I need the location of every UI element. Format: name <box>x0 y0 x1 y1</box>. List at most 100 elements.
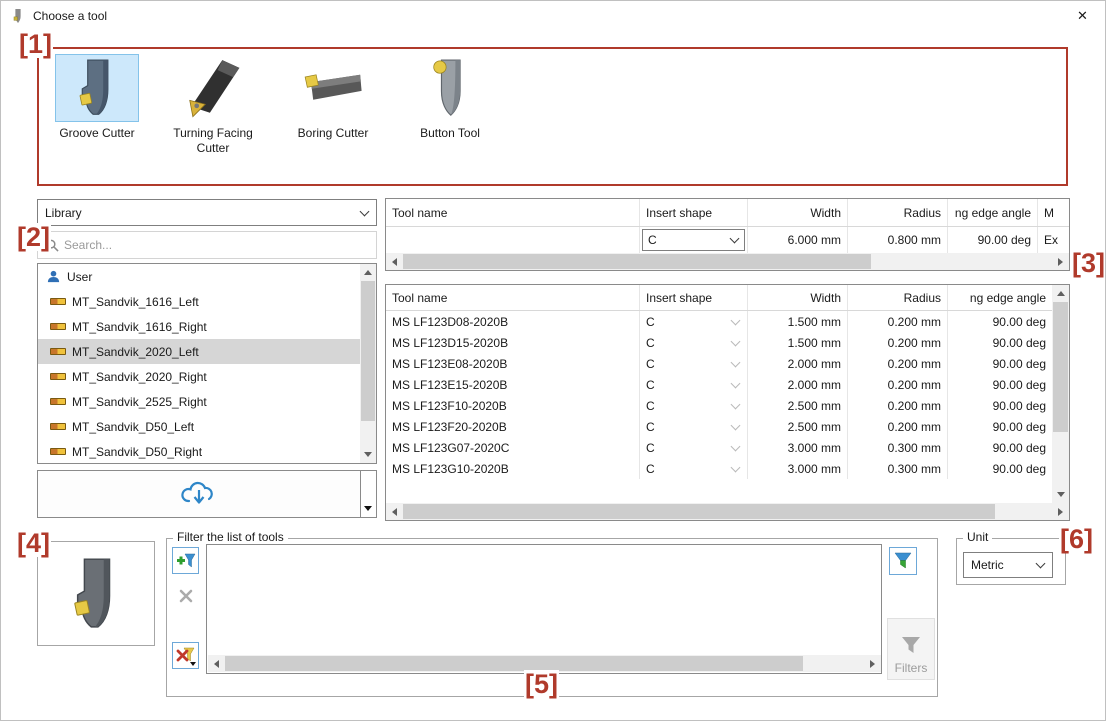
download-options-dropdown[interactable] <box>361 470 377 518</box>
header-insert-shape[interactable]: Insert shape <box>640 285 748 310</box>
cell-tool-name: MS LF123D15-2020B <box>386 332 640 353</box>
tree-item[interactable]: MT_Sandvik_D50_Left <box>38 414 361 439</box>
tree-item-selected[interactable]: MT_Sandvik_2020_Left <box>38 339 361 364</box>
tool-holder-icon <box>50 448 66 455</box>
table-row[interactable]: MS LF123E15-2020B C 2.000 mm 0.200 mm 90… <box>386 374 1069 395</box>
cell-radius: 0.200 mm <box>848 395 948 416</box>
button-tool-icon <box>425 57 475 119</box>
tree-item[interactable]: MT_Sandvik_2020_Right <box>38 364 361 389</box>
header-width: Width <box>748 199 848 226</box>
scrollbar-thumb[interactable] <box>1053 302 1068 432</box>
scrollbar-thumb[interactable] <box>225 656 803 671</box>
download-from-cloud-button[interactable] <box>37 470 361 518</box>
insert-shape-select[interactable]: C <box>642 229 745 251</box>
boring-cutter-iconbox <box>287 54 379 122</box>
header-edge-angle[interactable]: ng edge angle <box>948 285 1052 310</box>
param-mount-cell[interactable]: Ex <box>1038 227 1069 253</box>
cell-radius: 0.200 mm <box>848 416 948 437</box>
scroll-right-button[interactable] <box>1052 253 1069 270</box>
cell-width: 2.500 mm <box>748 416 848 437</box>
tree-item[interactable]: MT_Sandvik_1616_Left <box>38 289 361 314</box>
tool-list-hscrollbar[interactable] <box>386 503 1069 520</box>
table-row[interactable]: MS LF123F20-2020B C 2.500 mm 0.200 mm 90… <box>386 416 1069 437</box>
tree-item[interactable]: MT_Sandvik_2525_Right <box>38 389 361 414</box>
search-box <box>37 231 377 259</box>
table-row[interactable]: MS LF123D08-2020B C 1.500 mm 0.200 mm 90… <box>386 311 1069 332</box>
cell-edge-angle: 90.00 deg <box>948 353 1052 374</box>
scroll-left-button[interactable] <box>386 503 403 520</box>
tree-scrollbar[interactable] <box>360 264 376 463</box>
scroll-right-button[interactable] <box>1052 503 1069 520</box>
cell-width: 2.000 mm <box>748 374 848 395</box>
add-filter-icon <box>176 552 196 570</box>
tool-list-vscrollbar[interactable] <box>1052 285 1069 503</box>
param-width-cell[interactable]: 6.000 mm <box>748 227 848 253</box>
scroll-down-button[interactable] <box>1052 486 1069 503</box>
tree-item[interactable]: MT_Sandvik_D50_Right <box>38 439 361 464</box>
close-button[interactable]: ✕ <box>1060 1 1105 31</box>
arrow-down-icon <box>1057 492 1065 497</box>
add-filter-button[interactable] <box>172 547 199 574</box>
tree-item[interactable]: MT_Sandvik_1616_Right <box>38 314 361 339</box>
tool-list-table: Tool name Insert shape Width Radius ng e… <box>385 284 1070 521</box>
library-tree: User MT_Sandvik_1616_Left MT_Sandvik_161… <box>37 263 377 464</box>
param-edge-angle-cell[interactable]: 90.00 deg <box>948 227 1038 253</box>
annotation-label-6: [6] <box>1059 525 1094 553</box>
table-row[interactable]: MS LF123E08-2020B C 2.000 mm 0.200 mm 90… <box>386 353 1069 374</box>
arrow-left-icon <box>392 258 397 266</box>
scroll-left-button[interactable] <box>208 655 225 672</box>
header-tool-name[interactable]: Tool name <box>386 285 640 310</box>
table-row[interactable]: MS LF123D15-2020B C 1.500 mm 0.200 mm 90… <box>386 332 1069 353</box>
scroll-right-button[interactable] <box>864 655 881 672</box>
tool-holder-icon <box>50 423 66 430</box>
tool-holder-icon <box>50 373 66 380</box>
filter-conditions-list[interactable] <box>206 544 882 674</box>
header-width[interactable]: Width <box>748 285 848 310</box>
cloud-download-icon <box>180 480 218 508</box>
parameter-table-hscrollbar[interactable] <box>386 253 1069 270</box>
cell-insert-shape: C <box>640 458 748 479</box>
tool-type-label: Groove Cutter <box>55 126 139 141</box>
clear-filters-button[interactable] <box>172 642 199 669</box>
table-row[interactable]: MS LF123G07-2020C C 3.000 mm 0.300 mm 90… <box>386 437 1069 458</box>
header-tool-name: Tool name <box>386 199 640 226</box>
tool-type-button-tool[interactable]: Button Tool <box>405 54 495 141</box>
filters-button[interactable]: Filters <box>887 618 935 680</box>
param-tool-name-cell[interactable] <box>386 227 640 253</box>
tool-type-turning-facing-cutter[interactable]: Turning Facing Cutter <box>159 54 267 156</box>
arrow-left-icon <box>392 508 397 516</box>
table-row[interactable]: MS LF123F10-2020B C 2.500 mm 0.200 mm 90… <box>386 395 1069 416</box>
user-icon <box>46 269 61 284</box>
tool-holder-icon <box>50 398 66 405</box>
param-radius-cell[interactable]: 0.800 mm <box>848 227 948 253</box>
cell-width: 1.500 mm <box>748 311 848 332</box>
cell-width: 2.500 mm <box>748 395 848 416</box>
library-source-value: Library <box>45 206 82 220</box>
tree-item-user[interactable]: User <box>38 264 361 289</box>
scroll-left-button[interactable] <box>386 253 403 270</box>
delete-filter-button[interactable] <box>172 582 199 609</box>
cell-insert-shape: C <box>640 416 748 437</box>
library-source-select[interactable]: Library <box>37 199 377 226</box>
scroll-down-button[interactable] <box>360 446 376 463</box>
cell-tool-name: MS LF123F20-2020B <box>386 416 640 437</box>
scrollbar-thumb[interactable] <box>403 254 871 269</box>
cell-tool-name: MS LF123G07-2020C <box>386 437 640 458</box>
chevron-down-icon <box>731 378 741 388</box>
scrollbar-thumb[interactable] <box>361 281 375 421</box>
tool-type-groove-cutter[interactable]: Groove Cutter <box>55 54 139 141</box>
search-input[interactable] <box>64 233 364 257</box>
annotation-label-3: [3] <box>1071 249 1106 277</box>
apply-filter-button[interactable] <box>889 547 917 575</box>
turning-facing-cutter-icon <box>182 57 244 119</box>
scroll-up-button[interactable] <box>1052 285 1069 302</box>
unit-group-label: Unit <box>963 530 992 544</box>
table-row[interactable]: MS LF123G10-2020B C 3.000 mm 0.300 mm 90… <box>386 458 1069 479</box>
tool-type-boring-cutter[interactable]: Boring Cutter <box>287 54 379 141</box>
unit-select[interactable]: Metric <box>963 552 1053 578</box>
chevron-down-icon <box>1036 559 1046 569</box>
header-radius[interactable]: Radius <box>848 285 948 310</box>
scroll-up-button[interactable] <box>360 264 376 281</box>
param-insert-shape-cell: C <box>640 227 748 253</box>
scrollbar-thumb[interactable] <box>403 504 995 519</box>
